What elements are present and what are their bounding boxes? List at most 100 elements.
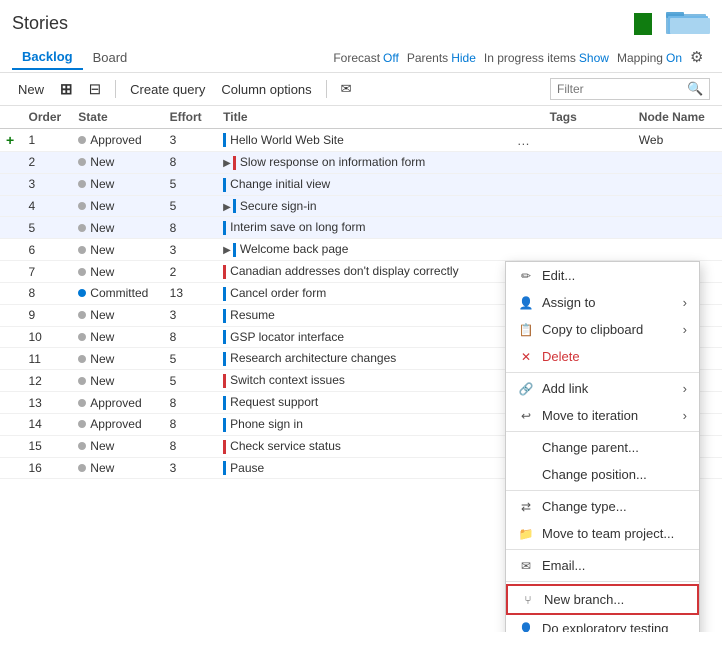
- row-add-cell: +: [0, 129, 22, 152]
- row-title[interactable]: Research architecture changes: [217, 348, 507, 370]
- row-state: New: [72, 326, 163, 348]
- create-query-button[interactable]: Create query: [124, 79, 211, 100]
- mapping-value[interactable]: On: [666, 51, 682, 65]
- row-title[interactable]: Canadian addresses don't display correct…: [217, 261, 507, 283]
- state-dot: [78, 136, 86, 144]
- ctx-separator-3: [506, 490, 699, 491]
- table-row[interactable]: 6 New 3 ▶Welcome back page: [0, 239, 722, 261]
- col-add: [0, 106, 22, 129]
- row-title[interactable]: Change initial view: [217, 173, 507, 195]
- state-dot: [78, 377, 86, 385]
- table-row[interactable]: + 1 Approved 3 Hello World Web Site … We…: [0, 129, 722, 152]
- row-add-cell: [0, 152, 22, 174]
- table-row[interactable]: 4 New 5 ▶Secure sign-in: [0, 195, 722, 217]
- row-nodename: [633, 195, 722, 217]
- row-order: 7: [22, 261, 72, 283]
- ctx-delete[interactable]: ✕ Delete: [506, 343, 699, 370]
- new-button[interactable]: New: [12, 79, 50, 100]
- row-title[interactable]: Pause: [217, 457, 507, 479]
- nav-board[interactable]: Board: [83, 46, 138, 69]
- state-dot: [78, 333, 86, 341]
- ctx-exploratory-testing[interactable]: 👤 Do exploratory testing: [506, 615, 699, 632]
- row-state: Approved: [72, 413, 163, 435]
- table-row[interactable]: 2 New 8 ▶Slow response on information fo…: [0, 152, 722, 174]
- color-bar: [223, 178, 226, 192]
- ctx-move-to-team-project[interactable]: 📁 Move to team project...: [506, 520, 699, 547]
- row-title[interactable]: Switch context issues: [217, 370, 507, 392]
- parents-value[interactable]: Hide: [451, 51, 476, 65]
- ctx-assign-to[interactable]: 👤 Assign to: [506, 289, 699, 316]
- ctx-copy-to-clipboard[interactable]: 📋 Copy to clipboard: [506, 316, 699, 343]
- row-nodename: [633, 173, 722, 195]
- add-row-icon[interactable]: +: [6, 132, 14, 148]
- table-row[interactable]: 5 New 8 Interim save on long form: [0, 217, 722, 239]
- row-tags: [544, 195, 633, 217]
- ctx-move-to-iteration[interactable]: ↩ Move to iteration: [506, 402, 699, 429]
- add-icon-button[interactable]: ⊞: [54, 77, 79, 101]
- state-dot: [78, 289, 86, 297]
- expand-button[interactable]: ⊟: [83, 77, 108, 101]
- row-title[interactable]: ▶Secure sign-in: [217, 195, 507, 217]
- nav-backlog[interactable]: Backlog: [12, 45, 83, 70]
- row-add-cell: [0, 370, 22, 392]
- row-add-cell: [0, 413, 22, 435]
- row-tags: [544, 129, 633, 152]
- column-options-button[interactable]: Column options: [215, 79, 317, 100]
- table-row[interactable]: 3 New 5 Change initial view: [0, 173, 722, 195]
- row-order: 4: [22, 195, 72, 217]
- clipboard-icon: 📋: [518, 323, 534, 337]
- state-dot: [78, 180, 86, 188]
- row-state: New: [72, 304, 163, 326]
- team-project-icon: 📁: [518, 527, 534, 541]
- ctx-change-position[interactable]: Change position...: [506, 461, 699, 488]
- row-title[interactable]: Request support: [217, 392, 507, 414]
- row-title[interactable]: GSP locator interface: [217, 326, 507, 348]
- row-order: 16: [22, 457, 72, 479]
- row-effort: 8: [164, 326, 217, 348]
- row-title[interactable]: ▶Slow response on information form: [217, 152, 507, 174]
- ctx-email[interactable]: ✉ Email...: [506, 552, 699, 579]
- row-title[interactable]: Hello World Web Site: [217, 129, 507, 152]
- row-add-cell: [0, 282, 22, 304]
- row-title[interactable]: Resume: [217, 304, 507, 326]
- forecast-value[interactable]: Off: [383, 51, 399, 65]
- row-title[interactable]: Phone sign in: [217, 413, 507, 435]
- branch-icon: ⑂: [520, 593, 536, 607]
- row-title[interactable]: Check service status: [217, 435, 507, 457]
- row-state: Approved: [72, 129, 163, 152]
- row-ellipsis-cell: [507, 217, 544, 239]
- delete-icon: ✕: [518, 350, 534, 364]
- ctx-new-branch[interactable]: ⑂ New branch...: [506, 584, 699, 615]
- row-effort: 8: [164, 413, 217, 435]
- row-title[interactable]: Cancel order form: [217, 282, 507, 304]
- row-title[interactable]: Interim save on long form: [217, 217, 507, 239]
- color-bar: [233, 156, 236, 170]
- row-effort: 5: [164, 348, 217, 370]
- color-bar: [223, 461, 226, 475]
- row-add-cell: [0, 239, 22, 261]
- row-add-cell: [0, 261, 22, 283]
- row-ellipsis-cell: [507, 239, 544, 261]
- row-add-cell: [0, 348, 22, 370]
- row-order: 15: [22, 435, 72, 457]
- filter-input[interactable]: [557, 82, 687, 96]
- ctx-add-link[interactable]: 🔗 Add link: [506, 375, 699, 402]
- inprogress-value[interactable]: Show: [579, 51, 609, 65]
- row-tags: [544, 152, 633, 174]
- row-effort: 8: [164, 152, 217, 174]
- toolbar: New ⊞ ⊟ Create query Column options ✉ 🔍: [0, 73, 722, 106]
- ctx-change-parent[interactable]: Change parent...: [506, 434, 699, 461]
- folder-icon: [666, 8, 710, 39]
- row-state: New: [72, 195, 163, 217]
- ctx-change-type[interactable]: ⇄ Change type...: [506, 493, 699, 520]
- ellipsis-button[interactable]: …: [513, 133, 534, 148]
- ctx-edit[interactable]: ✏ Edit...: [506, 262, 699, 289]
- row-title[interactable]: ▶Welcome back page: [217, 239, 507, 261]
- state-dot: [78, 420, 86, 428]
- color-bar: [223, 396, 226, 410]
- settings-icon[interactable]: ⚙: [690, 48, 710, 68]
- row-order: 9: [22, 304, 72, 326]
- forecast-label: Forecast: [333, 51, 380, 65]
- row-state: New: [72, 457, 163, 479]
- email-button[interactable]: ✉: [335, 78, 358, 100]
